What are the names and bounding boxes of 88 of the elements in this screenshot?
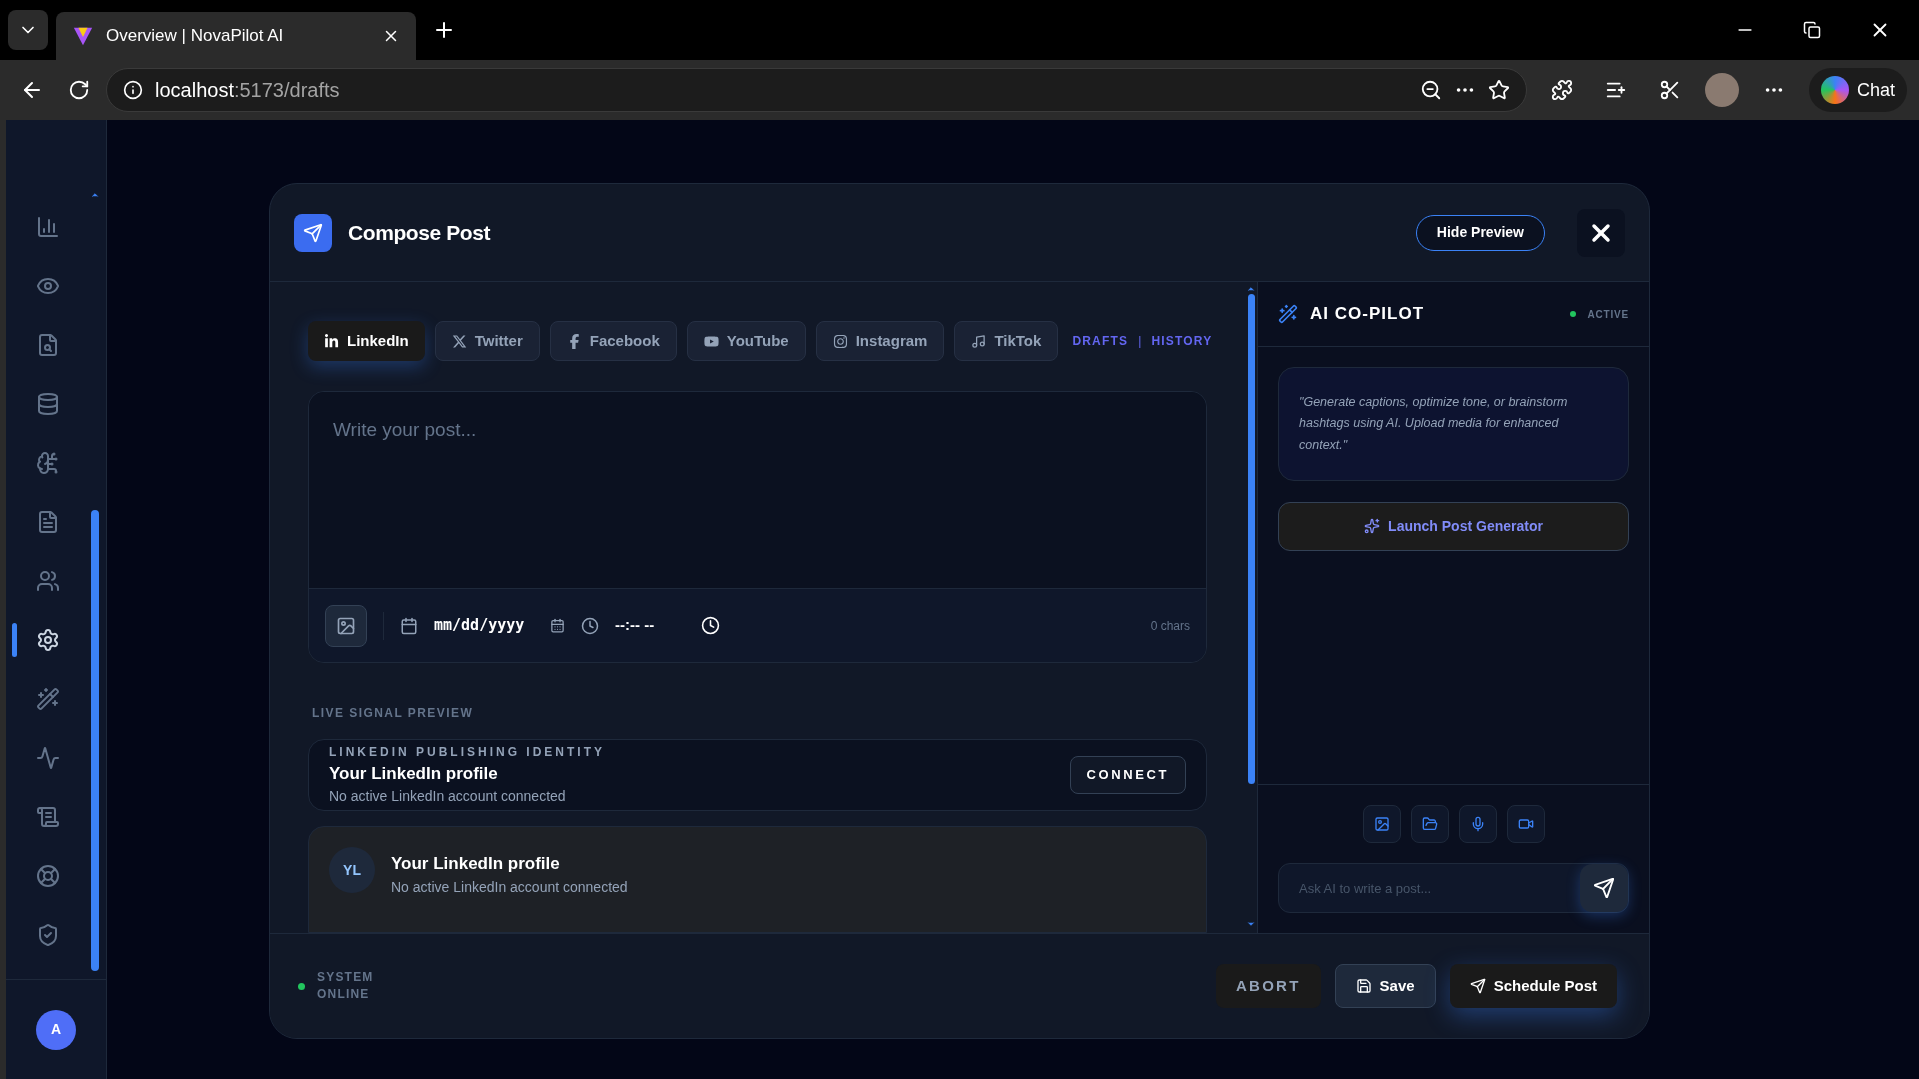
logo-icon: [72, 25, 94, 47]
chat-button[interactable]: Chat: [1808, 68, 1907, 112]
lifebuoy-icon: [36, 864, 60, 888]
profile-name: Your LinkedIn profile: [391, 853, 561, 876]
info-icon[interactable]: [123, 80, 143, 100]
calendar-icon: [400, 616, 418, 635]
hide-preview-button[interactable]: Hide Preview: [1415, 214, 1545, 251]
scroll-icon: [36, 805, 60, 829]
time-field[interactable]: --:-- --: [615, 614, 685, 637]
attach-image-button[interactable]: [325, 604, 367, 647]
document-icon: [36, 510, 60, 534]
star-icon[interactable]: [1487, 79, 1510, 101]
profile-name: Your LinkedIn profile: [329, 762, 499, 785]
save-button[interactable]: Save: [1334, 964, 1436, 1008]
date-picker-icon[interactable]: [550, 618, 565, 633]
reload-icon[interactable]: [68, 79, 90, 101]
launch-generator-button[interactable]: Launch Post Generator: [1278, 501, 1629, 551]
address-bar[interactable]: localhost:5173/drafts: [106, 68, 1527, 112]
wand-icon: [36, 687, 60, 711]
url-text: localhost:5173/drafts: [155, 78, 340, 103]
system-status: SYSTEM: [317, 969, 375, 986]
send-icon: [294, 213, 332, 252]
image-upload-button[interactable]: [1362, 805, 1401, 843]
schedule-post-button[interactable]: Schedule Post: [1449, 964, 1617, 1008]
scrollbar-thumb[interactable]: [1247, 294, 1255, 784]
save-icon: [1355, 978, 1372, 994]
profile-status: No active LinkedIn account connected: [391, 877, 628, 897]
link-separator: |: [1138, 333, 1142, 350]
panel-title: AI CO-PILOT: [1310, 303, 1426, 326]
folder-button[interactable]: [1410, 805, 1449, 843]
profile-status: No active LinkedIn account connected: [329, 787, 567, 807]
zoom-out-icon[interactable]: [1419, 79, 1442, 101]
platform-tab[interactable]: YouTube: [686, 321, 806, 361]
instagram-icon: [832, 333, 848, 349]
chart-icon: [36, 215, 60, 239]
scrollbar-thumb[interactable]: [91, 510, 99, 971]
platform-tab[interactable]: TikTok: [954, 321, 1059, 361]
restore-icon[interactable]: [1803, 21, 1821, 39]
clock-icon: [581, 616, 599, 635]
scroll-up-icon[interactable]: [1246, 284, 1256, 294]
identity-label: LINKEDIN PUBLISHING IDENTITY: [329, 743, 606, 761]
video-button[interactable]: [1506, 805, 1545, 843]
image-icon: [336, 615, 356, 636]
sparkles-icon: [1364, 518, 1381, 535]
abort-button[interactable]: ABORT: [1216, 964, 1321, 1008]
shield-icon: [36, 923, 60, 947]
close-button[interactable]: [1577, 208, 1625, 257]
folder-icon: [1421, 816, 1438, 832]
time-picker-icon[interactable]: [701, 616, 720, 635]
system-status: ONLINE: [317, 986, 371, 1003]
x-icon: [451, 333, 467, 349]
send-icon: [1469, 978, 1486, 994]
platform-tab[interactable]: LinkedIn: [308, 321, 425, 361]
scroll-down-icon[interactable]: [1246, 919, 1256, 929]
avatar-initials: YL: [329, 847, 375, 894]
post-input[interactable]: Write your post...: [309, 392, 1206, 589]
linkedin-icon: [324, 333, 339, 349]
wand-icon: [1278, 304, 1298, 324]
copilot-hint: "Generate captions, optimize tone, or brainstorm hashtags using AI. Upload media for enhanced context.": [1278, 367, 1629, 481]
microphone-button[interactable]: [1458, 805, 1497, 843]
send-icon: [1593, 877, 1615, 899]
platform-tab[interactable]: Instagram: [815, 321, 945, 361]
scroll-up-icon[interactable]: [90, 190, 100, 200]
tab-title: Overview | NovaPilot AI: [106, 25, 285, 48]
extensions-icon[interactable]: [1550, 79, 1573, 101]
image-icon: [1373, 816, 1390, 832]
video-icon: [1517, 816, 1534, 832]
history-link[interactable]: HISTORY: [1151, 332, 1213, 350]
status-label: ACTIVE: [1587, 307, 1629, 322]
settings-icon: [36, 628, 60, 652]
brain-icon: [36, 451, 60, 475]
pulse-icon: [36, 746, 60, 770]
section-label: LIVE SIGNAL PREVIEW: [312, 705, 475, 722]
browser-tab[interactable]: Overview | NovaPilot AI: [56, 12, 416, 60]
users-icon: [36, 569, 60, 593]
platform-tab[interactable]: Twitter: [434, 321, 540, 361]
music-note-icon: [971, 333, 987, 349]
drafts-link[interactable]: DRAFTS: [1072, 332, 1129, 350]
database-icon: [36, 392, 60, 416]
modal-title: Compose Post: [348, 219, 490, 246]
user-avatar[interactable]: A: [36, 1009, 76, 1050]
char-count: 0 chars: [1150, 617, 1190, 635]
file-search-icon: [36, 333, 60, 357]
date-field[interactable]: mm/dd/yyyy: [434, 614, 534, 637]
send-button[interactable]: [1580, 864, 1628, 912]
profile-avatar[interactable]: [1704, 73, 1739, 107]
connect-button[interactable]: CONNECT: [1069, 756, 1186, 794]
platform-tab[interactable]: Facebook: [549, 321, 677, 361]
